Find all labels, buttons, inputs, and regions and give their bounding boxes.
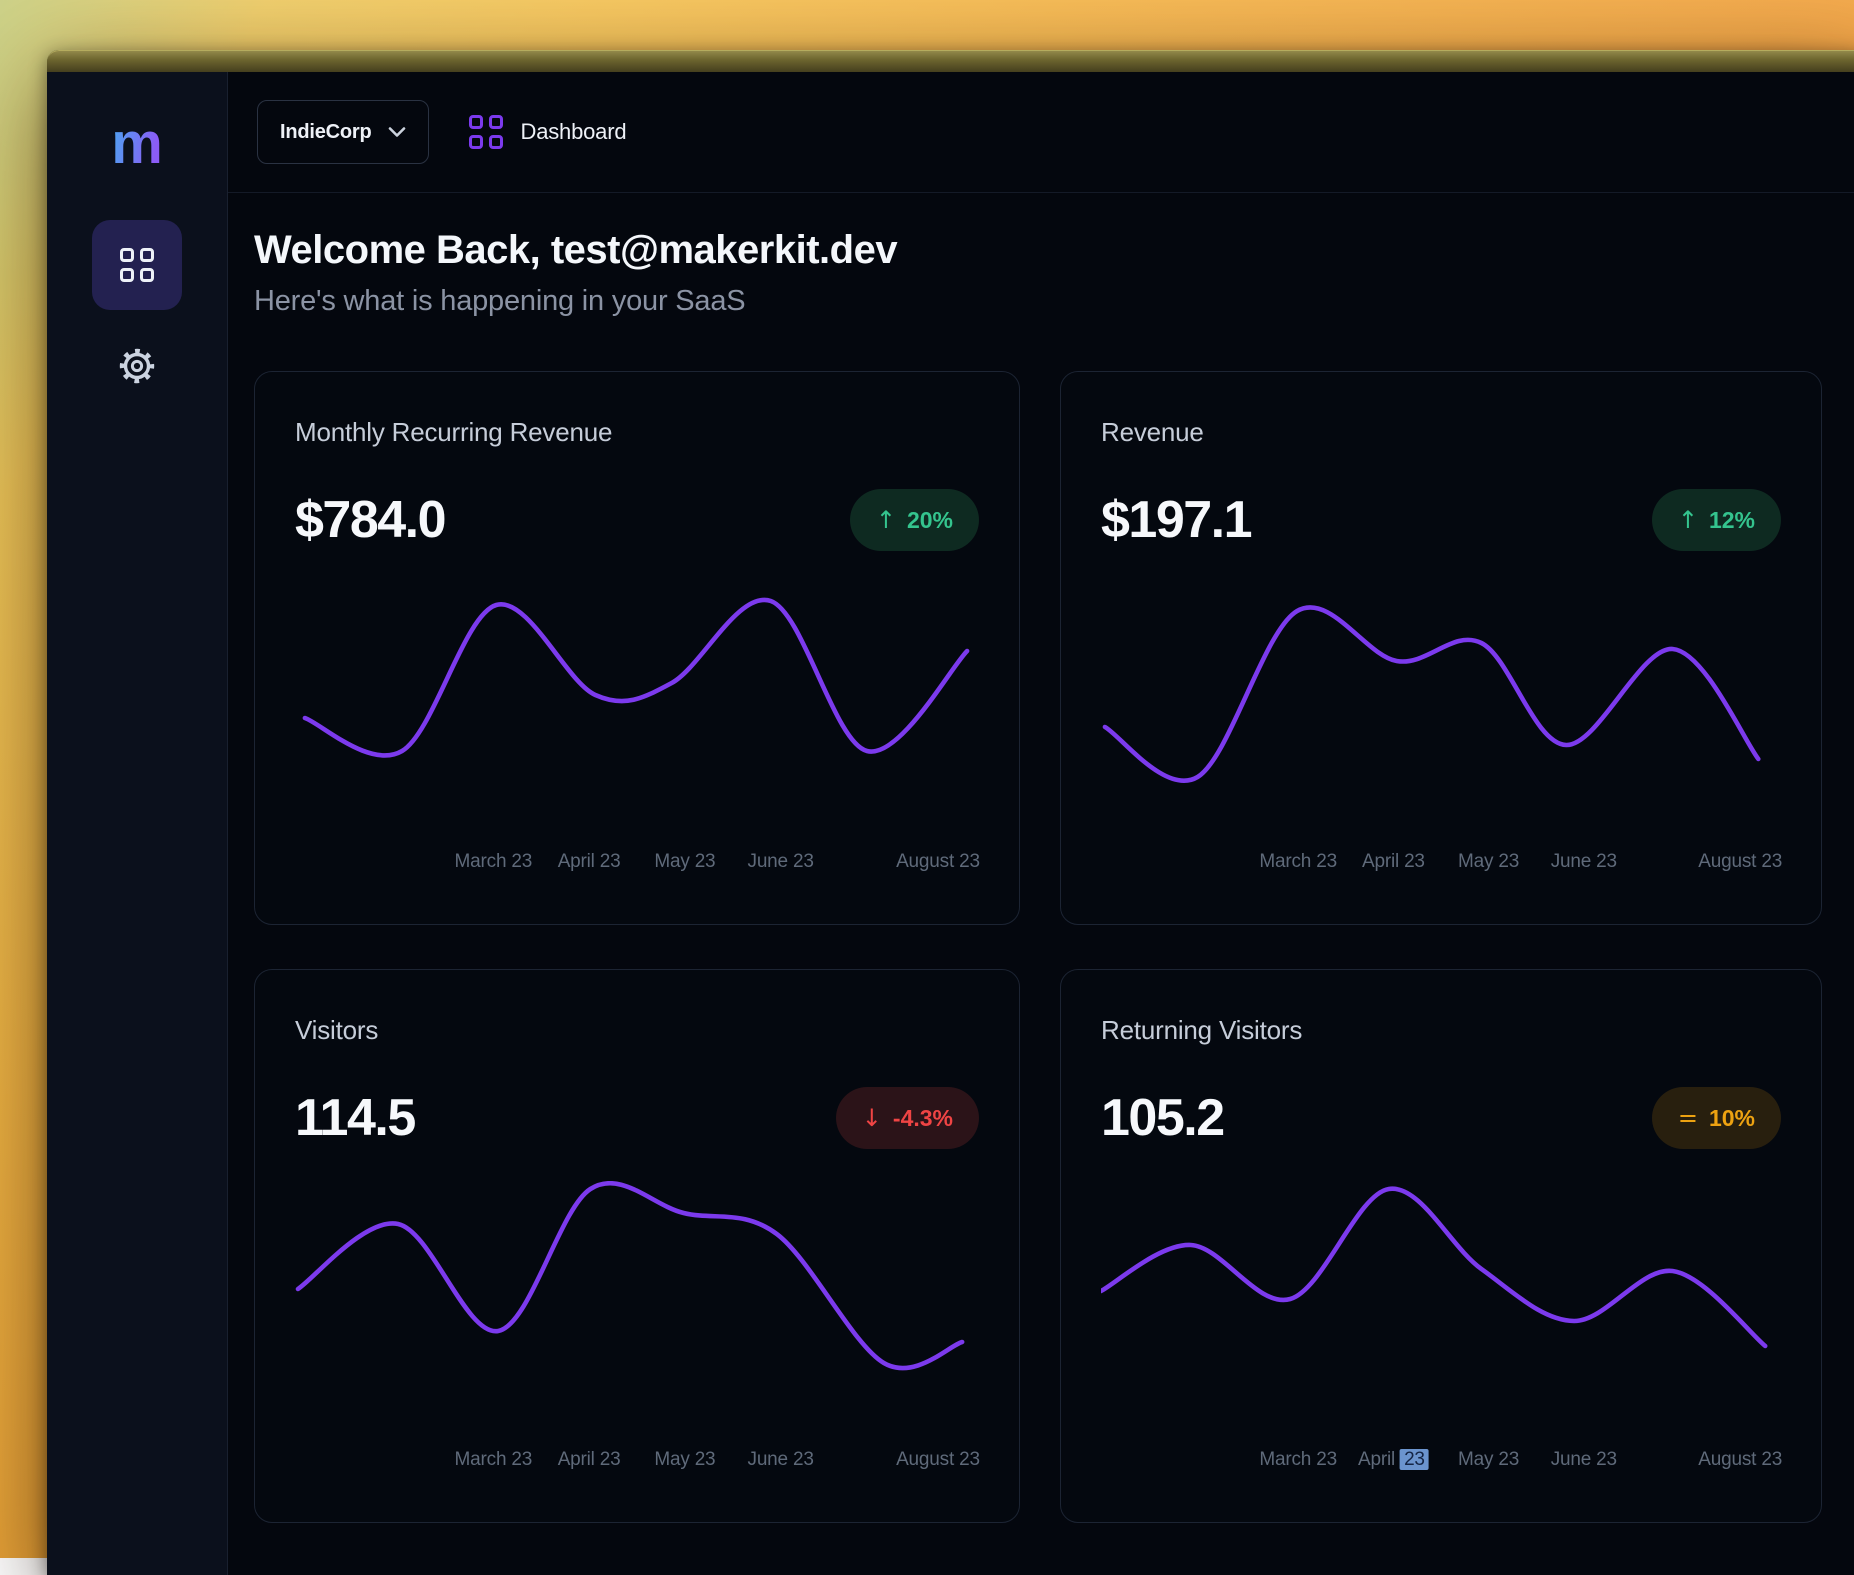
sidebar-item-settings[interactable] — [115, 344, 159, 388]
x-axis-label: March 23 — [455, 851, 533, 873]
x-axis-label: May 23 — [1458, 851, 1519, 873]
x-axis-label: June 23 — [748, 851, 814, 873]
grid-icon — [120, 248, 154, 282]
page-title: Dashboard — [521, 119, 627, 145]
line-chart — [295, 1181, 979, 1391]
trend-badge: ↑ 20% — [850, 489, 979, 551]
x-axis-label: August 23 — [1698, 1449, 1782, 1471]
x-axis-label: April 23 — [1362, 851, 1425, 873]
trend-badge: = 10% — [1652, 1087, 1781, 1149]
stat-value-row: $784.0 ↑ 20% — [295, 485, 979, 555]
line-chart-svg — [1101, 1181, 1781, 1391]
stat-card-title: Returning Visitors — [1101, 1014, 1781, 1046]
main-area: IndieCorp Dashboard Welcome Back, test@m… — [228, 72, 1854, 1575]
trend-label: 10% — [1709, 1105, 1755, 1132]
welcome-heading: Welcome Back, test@makerkit.dev — [254, 227, 1854, 273]
trend-icon: ↑ — [1678, 506, 1698, 534]
stat-card: Monthly Recurring Revenue $784.0 ↑ 20% M… — [254, 371, 1020, 925]
trend-icon: ↑ — [876, 506, 896, 534]
x-axis-labels: March 23 April 23 May 23 June 23 August 23 — [1101, 1449, 1781, 1473]
workspace-name: IndieCorp — [280, 121, 372, 144]
stat-card: Returning Visitors 105.2 = 10% March 23 A… — [1060, 969, 1822, 1523]
topbar: IndieCorp Dashboard — [228, 72, 1854, 193]
x-axis-label: May 23 — [1458, 1449, 1519, 1471]
trend-icon: = — [1678, 1104, 1698, 1132]
line-chart-svg — [295, 583, 979, 793]
stat-value: $784.0 — [295, 490, 445, 550]
sidebar: m — [47, 72, 228, 1575]
x-axis-label: April 23 — [558, 1449, 621, 1471]
x-axis-label: August 23 — [896, 1449, 980, 1471]
line-chart — [1101, 583, 1781, 793]
stat-value-row: 105.2 = 10% — [1101, 1083, 1781, 1153]
stat-cards-grid: Monthly Recurring Revenue $784.0 ↑ 20% M… — [254, 371, 1854, 1523]
x-axis-label: April 23 — [558, 851, 621, 873]
x-axis-label: August 23 — [896, 851, 980, 873]
line-chart — [1101, 1181, 1781, 1391]
chevron-down-icon — [388, 126, 406, 138]
x-axis-label: June 23 — [1551, 1449, 1617, 1471]
stat-value: 114.5 — [295, 1088, 415, 1148]
stat-value: 105.2 — [1101, 1088, 1224, 1148]
stat-card: Revenue $197.1 ↑ 12% March 23 April 23 May… — [1060, 371, 1822, 925]
stat-value-row: $197.1 ↑ 12% — [1101, 485, 1781, 555]
dashboard-content: Welcome Back, test@makerkit.dev Here's w… — [228, 193, 1854, 1523]
x-axis-label: March 23 — [1259, 851, 1337, 873]
trend-badge: ↑ 12% — [1652, 489, 1781, 551]
x-axis-label: June 23 — [1551, 851, 1617, 873]
line-chart — [295, 583, 979, 793]
page-heading: Dashboard — [469, 115, 627, 149]
stat-card-title: Monthly Recurring Revenue — [295, 416, 979, 448]
makerkit-logo: m — [111, 112, 163, 176]
trend-badge: ↓ -4.3% — [836, 1087, 979, 1149]
gear-icon — [117, 346, 157, 386]
line-chart-svg — [295, 1181, 979, 1391]
sidebar-nav — [92, 220, 182, 388]
trend-label: 20% — [907, 507, 953, 534]
welcome-subtitle: Here's what is happening in your SaaS — [254, 283, 1854, 319]
x-axis-label: April 23 — [1358, 1449, 1429, 1471]
line-chart-svg — [1101, 583, 1781, 793]
stat-value: $197.1 — [1101, 490, 1251, 550]
x-axis-label: May 23 — [654, 851, 715, 873]
x-axis-labels: March 23 April 23 May 23 June 23 August 23 — [295, 1449, 979, 1473]
app-window: m IndieCorp — [47, 50, 1854, 1575]
stat-value-row: 114.5 ↓ -4.3% — [295, 1083, 979, 1153]
trend-label: 12% — [1709, 507, 1755, 534]
dashboard-grid-icon — [469, 115, 503, 149]
x-axis-label: March 23 — [1259, 1449, 1337, 1471]
x-axis-label: June 23 — [748, 1449, 814, 1471]
selected-text: 23 — [1400, 1449, 1429, 1470]
trend-label: -4.3% — [893, 1105, 953, 1132]
trend-icon: ↓ — [862, 1104, 882, 1132]
x-axis-labels: March 23 April 23 May 23 June 23 August 23 — [295, 851, 979, 875]
x-axis-label: March 23 — [455, 1449, 533, 1471]
sidebar-item-dashboard[interactable] — [92, 220, 182, 310]
window-titlebar — [47, 50, 1854, 72]
stat-card: Visitors 114.5 ↓ -4.3% March 23April 23M… — [254, 969, 1020, 1523]
x-axis-labels: March 23 April 23 May 23 June 23 August 23 — [1101, 851, 1781, 875]
x-axis-label: May 23 — [654, 1449, 715, 1471]
app-root: m IndieCorp — [47, 72, 1854, 1575]
stat-card-title: Revenue — [1101, 416, 1781, 448]
x-axis-label: August 23 — [1698, 851, 1782, 873]
stat-card-title: Visitors — [295, 1014, 979, 1046]
workspace-switcher-button[interactable]: IndieCorp — [257, 100, 429, 164]
